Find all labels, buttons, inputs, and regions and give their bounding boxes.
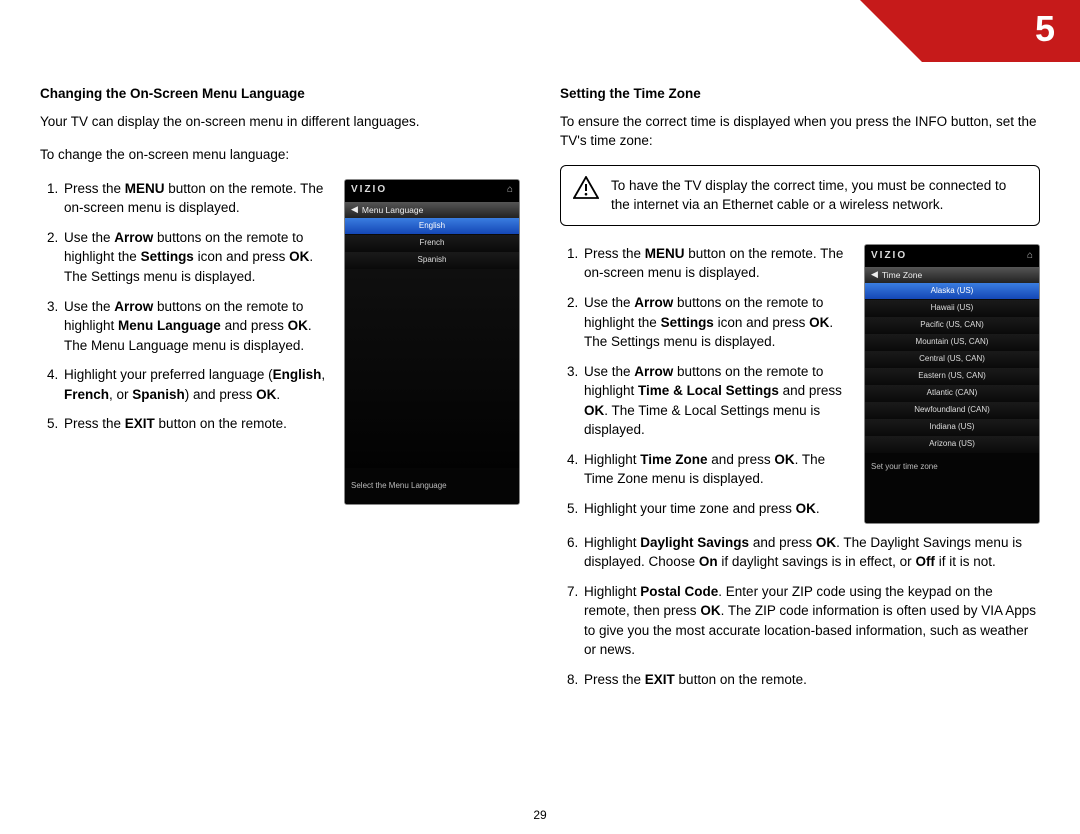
home-icon: ⌂	[1027, 249, 1033, 264]
list-item: Press the EXIT button on the remote.	[62, 414, 326, 434]
list-item: Highlight your time zone and press OK.	[582, 499, 846, 519]
left-intro-2: To change the on-screen menu language:	[40, 145, 520, 165]
tv-menu-item: Eastern (US, CAN)	[865, 368, 1039, 385]
tv-menu-item: Alaska (US)	[865, 283, 1039, 300]
list-item: Use the Arrow buttons on the remote to h…	[62, 228, 326, 287]
back-arrow-icon: ◀	[351, 203, 358, 216]
tv-footer-text: Select the Menu Language	[345, 468, 519, 504]
list-item: Highlight Time Zone and press OK. The Ti…	[582, 450, 846, 489]
left-heading: Changing the On-Screen Menu Language	[40, 84, 520, 104]
tv-menu-item: Spanish	[345, 252, 519, 269]
left-column: Changing the On-Screen Menu Language You…	[40, 84, 520, 704]
chapter-tab: 5	[860, 0, 1080, 62]
tv-menu-item: Arizona (US)	[865, 436, 1039, 453]
tv-header-title: Time Zone	[882, 269, 922, 281]
tv-menu-item: Atlantic (CAN)	[865, 385, 1039, 402]
back-arrow-icon: ◀	[871, 268, 878, 281]
list-item: Use the Arrow buttons on the remote to h…	[582, 293, 846, 352]
left-steps: Press the MENU button on the remote. The…	[40, 179, 326, 434]
right-heading: Setting the Time Zone	[560, 84, 1040, 104]
warning-icon	[573, 176, 599, 200]
right-steps-1: Press the MENU button on the remote. The…	[560, 244, 846, 519]
chapter-number: 5	[1035, 8, 1055, 50]
home-icon: ⌂	[507, 183, 513, 198]
tv-menu-item: Hawaii (US)	[865, 300, 1039, 317]
left-intro-1: Your TV can display the on-screen menu i…	[40, 112, 520, 132]
warning-text: To have the TV display the correct time,…	[611, 176, 1027, 215]
list-item: Use the Arrow buttons on the remote to h…	[582, 362, 846, 440]
list-item: Press the MENU button on the remote. The…	[62, 179, 326, 218]
tv-menu-item: English	[345, 218, 519, 235]
list-item: Press the MENU button on the remote. The…	[582, 244, 846, 283]
tv-header-title: Menu Language	[362, 204, 423, 216]
tv-menu-item: French	[345, 235, 519, 252]
tv-footer-text: Set your time zone	[865, 453, 1039, 523]
tv-brand: VIZIO	[351, 183, 387, 198]
right-steps-2: Highlight Daylight Savings and press OK.…	[560, 533, 1040, 690]
list-item: Highlight Postal Code. Enter your ZIP co…	[582, 582, 1040, 660]
tv-screenshot-menu-language: VIZIO ⌂ ◀ Menu Language English French S…	[344, 179, 520, 505]
tv-menu-item: Central (US, CAN)	[865, 351, 1039, 368]
list-item: Use the Arrow buttons on the remote to h…	[62, 297, 326, 356]
page-number: 29	[0, 808, 1080, 822]
tv-screenshot-time-zone: VIZIO ⌂ ◀ Time Zone Alaska (US) Hawaii (…	[864, 244, 1040, 524]
warning-box: To have the TV display the correct time,…	[560, 165, 1040, 226]
tv-menu-item: Newfoundland (CAN)	[865, 402, 1039, 419]
list-item: Press the EXIT button on the remote.	[582, 670, 1040, 690]
list-item: Highlight your preferred language (Engli…	[62, 365, 326, 404]
tv-brand: VIZIO	[871, 249, 907, 264]
tv-menu-item: Mountain (US, CAN)	[865, 334, 1039, 351]
right-column: Setting the Time Zone To ensure the corr…	[560, 84, 1040, 704]
right-intro: To ensure the correct time is displayed …	[560, 112, 1040, 151]
list-item: Highlight Daylight Savings and press OK.…	[582, 533, 1040, 572]
tv-menu-item: Pacific (US, CAN)	[865, 317, 1039, 334]
tv-menu-item: Indiana (US)	[865, 419, 1039, 436]
